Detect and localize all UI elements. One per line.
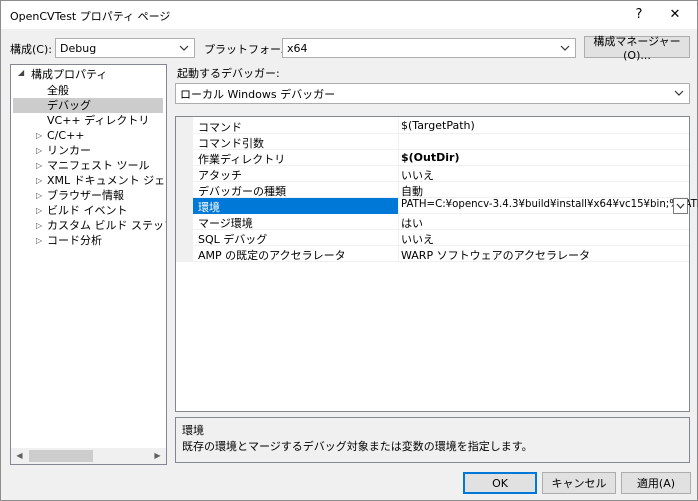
tree-item[interactable]: ブラウザー情報 <box>47 188 124 203</box>
tree-item[interactable]: マニフェスト ツール <box>47 158 150 173</box>
property-name: コマンド引数 <box>198 137 264 150</box>
expand-triangle-icon[interactable]: ▷ <box>36 131 42 140</box>
property-row[interactable]: デバッガーの種類 自動 <box>193 182 689 198</box>
column-separator <box>398 166 399 182</box>
property-name: デバッガーの種類 <box>198 185 286 198</box>
title-bar: OpenCVTest プロパティ ページ ? ✕ <box>1 1 697 29</box>
close-button[interactable]: ✕ <box>660 3 690 27</box>
chevron-down-icon <box>558 40 572 56</box>
property-value[interactable]: はい <box>401 215 423 231</box>
chevron-down-icon <box>672 85 686 101</box>
cancel-button[interactable]: キャンセル <box>542 472 616 494</box>
property-row[interactable]: SQL デバッグ いいえ <box>193 230 689 246</box>
property-grid: コマンド $(TargetPath) コマンド引数作業ディレクトリ $(OutDir)… <box>175 116 698 412</box>
tree-item[interactable]: ビルド イベント <box>47 203 128 218</box>
column-separator <box>398 150 399 166</box>
tree-root-config-properties[interactable]: 構成プロパティ <box>31 67 107 82</box>
debugger-label: 起動するデバッガー: <box>177 67 280 80</box>
column-separator <box>398 118 399 134</box>
expand-triangle-icon[interactable]: ▷ <box>36 161 42 170</box>
properties-dialog: OpenCVTest プロパティ ページ ? ✕ 構成(C): Debug プラ… <box>0 0 698 501</box>
tree-item[interactable]: コード分析 <box>47 233 102 248</box>
property-name: マージ環境 <box>198 217 253 230</box>
row-selection-highlight <box>193 198 398 214</box>
property-name: SQL デバッグ <box>198 233 268 246</box>
description-text: 既存の環境とマージするデバッグ対象または変数の環境を指定します。 <box>182 440 533 453</box>
grid-gutter <box>176 117 193 262</box>
value-dropdown-button[interactable] <box>673 198 688 214</box>
collapse-triangle-icon[interactable]: ◢ <box>18 68 24 77</box>
property-row[interactable]: アタッチ いいえ <box>193 166 689 182</box>
property-value[interactable]: いいえ <box>401 231 434 247</box>
config-value: Debug <box>60 41 97 55</box>
debugger-value: ローカル Windows デバッガー <box>180 87 336 101</box>
property-row[interactable]: マージ環境 はい <box>193 214 689 230</box>
property-row[interactable]: コマンド引数 <box>193 134 689 150</box>
tree-item[interactable]: XML ドキュメント ジェネレーター <box>47 173 166 188</box>
expand-triangle-icon[interactable]: ▷ <box>36 176 42 185</box>
tree-item[interactable]: C/C++ <box>47 128 85 143</box>
property-value[interactable]: 自動 <box>401 183 423 199</box>
property-value[interactable]: $(TargetPath) <box>401 119 475 132</box>
help-button[interactable]: ? <box>624 3 654 27</box>
config-label: 構成(C): <box>10 43 52 56</box>
scroll-left-icon[interactable]: ◀ <box>11 448 28 464</box>
scroll-thumb[interactable] <box>29 450 93 462</box>
property-row[interactable]: コマンド $(TargetPath) <box>193 118 689 134</box>
column-separator <box>398 214 399 230</box>
window-title: OpenCVTest プロパティ ページ <box>10 10 171 23</box>
property-name: 環境 <box>198 201 220 214</box>
config-manager-button[interactable]: 構成マネージャー(O)... <box>584 35 690 62</box>
property-name: AMP の既定のアクセラレータ <box>198 249 346 262</box>
property-tree: ◢ 構成プロパティ 全般 デバッグ VC++ ディレクトリ ▷ C/C++ ▷ リンカー ▷ マ… <box>10 64 167 462</box>
column-separator <box>398 134 399 150</box>
property-value[interactable]: PATH=C:¥opencv-3.4.3¥build¥install¥x64¥v… <box>401 199 698 210</box>
property-name: 作業ディレクトリ <box>198 153 286 166</box>
tree-item[interactable]: リンカー <box>47 143 91 158</box>
apply-button[interactable]: 適用(A) <box>621 472 691 494</box>
scroll-right-icon[interactable]: ▶ <box>149 448 166 464</box>
tree-item[interactable]: VC++ ディレクトリ <box>47 113 149 128</box>
chevron-down-icon <box>177 40 191 56</box>
expand-triangle-icon[interactable]: ▷ <box>36 236 42 245</box>
expand-triangle-icon[interactable]: ▷ <box>36 206 42 215</box>
property-value[interactable]: いいえ <box>401 167 434 183</box>
ok-button[interactable]: OK <box>463 472 537 494</box>
platform-dropdown[interactable]: x64 <box>282 38 576 58</box>
property-value[interactable]: $(OutDir) <box>401 151 459 164</box>
column-separator <box>398 198 399 214</box>
expand-triangle-icon[interactable]: ▷ <box>36 146 42 155</box>
tree-horizontal-scrollbar[interactable]: ◀ ▶ <box>10 448 167 465</box>
platform-value: x64 <box>287 41 308 55</box>
description-title: 環境 <box>182 424 204 437</box>
expand-triangle-icon[interactable]: ▷ <box>36 191 42 200</box>
column-separator <box>398 230 399 246</box>
tree-item[interactable]: カスタム ビルド ステップ <box>47 218 166 233</box>
property-row[interactable]: AMP の既定のアクセラレータ WARP ソフトウェアのアクセラレータ <box>193 246 689 262</box>
debugger-dropdown[interactable]: ローカル Windows デバッガー <box>175 83 690 104</box>
chevron-down-icon <box>676 203 685 209</box>
tree-item[interactable]: 全般 <box>47 83 69 98</box>
description-panel: 環境 既存の環境とマージするデバッグ対象または変数の環境を指定します。 <box>175 417 690 463</box>
property-row[interactable]: 作業ディレクトリ $(OutDir) <box>193 150 689 166</box>
property-row[interactable]: 環境 PATH=C:¥opencv-3.4.3¥build¥install¥x64… <box>193 198 698 214</box>
column-separator <box>398 182 399 198</box>
property-name: コマンド <box>198 121 242 134</box>
expand-triangle-icon[interactable]: ▷ <box>36 221 42 230</box>
property-name: アタッチ <box>198 169 242 182</box>
property-value[interactable]: WARP ソフトウェアのアクセラレータ <box>401 247 590 263</box>
tree-item[interactable]: デバッグ <box>47 98 91 113</box>
config-dropdown[interactable]: Debug <box>55 38 195 58</box>
column-separator <box>398 246 399 262</box>
